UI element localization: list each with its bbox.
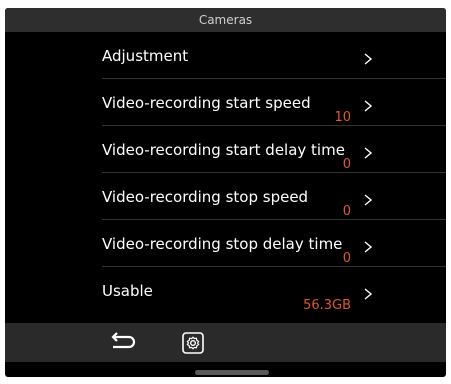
setting-label: Adjustment <box>102 47 189 65</box>
chevron-right-icon <box>364 288 373 300</box>
chevron-right-icon <box>364 194 373 206</box>
setting-row-start-speed[interactable]: Video-recording start speed 10 <box>5 79 446 126</box>
chevron-right-icon <box>364 147 373 159</box>
gear-icon <box>182 332 204 354</box>
setting-label: Video-recording stop delay time <box>102 235 343 253</box>
setting-row-stop-delay[interactable]: Video-recording stop delay time 0 <box>5 220 446 267</box>
setting-value: 10 <box>334 110 351 125</box>
setting-value: 0 <box>342 251 351 266</box>
back-arrow-icon <box>111 332 136 349</box>
setting-label: Video-recording start speed <box>102 94 311 112</box>
bottom-toolbar <box>5 323 446 362</box>
chevron-right-icon <box>364 241 373 253</box>
settings-button[interactable] <box>181 331 205 355</box>
camera-settings-screen: Cameras Adjustment Video-recording start… <box>5 8 446 377</box>
home-indicator[interactable] <box>195 370 269 375</box>
chevron-right-icon <box>364 53 373 65</box>
back-button[interactable] <box>105 331 139 355</box>
setting-label: Video-recording start delay time <box>102 141 345 159</box>
chevron-right-icon <box>364 100 373 112</box>
page-title: Cameras <box>198 13 253 27</box>
setting-value: 56.3GB <box>303 298 351 313</box>
setting-label: Video-recording stop speed <box>102 188 309 206</box>
settings-list: Adjustment Video-recording start speed 1… <box>5 32 446 314</box>
setting-row-adjustment[interactable]: Adjustment <box>5 32 446 79</box>
setting-row-usable[interactable]: Usable 56.3GB <box>5 267 446 314</box>
title-bar: Cameras <box>5 8 446 32</box>
setting-row-stop-speed[interactable]: Video-recording stop speed 0 <box>5 173 446 220</box>
setting-value: 0 <box>342 157 351 172</box>
setting-value: 0 <box>342 204 351 219</box>
setting-row-start-delay[interactable]: Video-recording start delay time 0 <box>5 126 446 173</box>
setting-label: Usable <box>102 282 153 300</box>
